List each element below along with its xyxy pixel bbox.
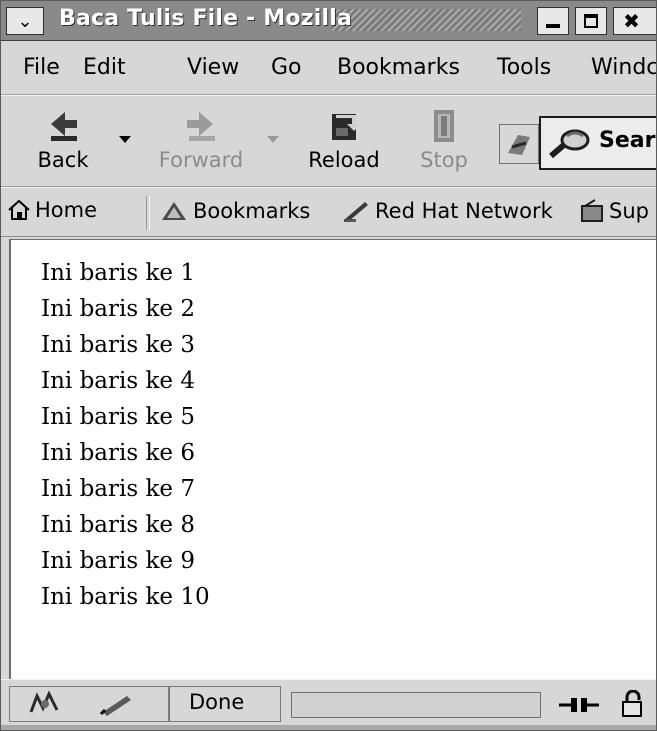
back-label: Back: [37, 148, 89, 172]
reload-button[interactable]: Reload: [299, 102, 389, 180]
title-bar-stripes: [331, 9, 521, 31]
stop-label: Stop: [420, 148, 468, 172]
search-button[interactable]: Searc: [539, 116, 656, 170]
menu-go[interactable]: Go: [271, 55, 302, 80]
browser-window: ⌄ Baca Tulis File - Mozilla ✖ File Edit …: [0, 0, 657, 731]
throbber-icon: [508, 135, 530, 155]
red-hat-network-link[interactable]: Red Hat Network: [341, 198, 553, 224]
menu-file[interactable]: File: [23, 55, 60, 80]
stop-button[interactable]: Stop: [411, 102, 477, 180]
content-line: Ini baris ke 6: [41, 440, 195, 466]
maximize-button[interactable]: [575, 7, 607, 35]
navigator-icon-graphic: [29, 690, 59, 713]
content-line: Ini baris ke 10: [41, 584, 210, 610]
menu-window[interactable]: Windc: [591, 55, 656, 80]
reload-label: Reload: [308, 148, 380, 172]
forward-history-dropdown[interactable]: [267, 136, 279, 143]
menu-bar: File Edit View Go Bookmarks Tools Windc: [1, 41, 656, 95]
stop-icon: [434, 110, 454, 142]
forward-label: Forward: [158, 148, 244, 172]
support-link[interactable]: Sup: [579, 198, 649, 224]
back-history-dropdown[interactable]: [119, 136, 131, 143]
bookmarks-button[interactable]: Bookmarks: [159, 198, 310, 224]
redhat-network-icon: [344, 202, 368, 222]
content-line: Ini baris ke 9: [41, 548, 195, 574]
red-hat-network-label: Red Hat Network: [375, 199, 553, 223]
minimize-button[interactable]: [537, 7, 569, 35]
connection-icon[interactable]: [557, 694, 601, 720]
search-label: Searc: [599, 128, 656, 153]
status-bar: Done: [1, 679, 656, 730]
page-content[interactable]: Ini baris ke 1 Ini baris ke 2 Ini baris …: [9, 239, 656, 679]
home-button[interactable]: Home: [7, 198, 97, 222]
content-line: Ini baris ke 1: [41, 260, 195, 286]
close-icon: ✖: [623, 9, 640, 33]
minimize-icon: [546, 24, 560, 28]
menu-edit[interactable]: Edit: [83, 55, 126, 80]
close-button[interactable]: ✖: [613, 7, 656, 35]
bookmarks-icon: [162, 202, 186, 220]
toolbar-separator: [146, 196, 150, 230]
composer-icon-graphic: [99, 696, 131, 716]
navigation-toolbar: Back Forward Reload Stop Sear: [1, 95, 656, 187]
home-icon: [8, 199, 30, 220]
home-label: Home: [35, 198, 98, 222]
personal-toolbar: Home Bookmarks Red Hat Network Sup: [1, 187, 656, 237]
window-menu-button[interactable]: ⌄: [6, 7, 44, 35]
forward-button[interactable]: Forward: [151, 102, 251, 180]
menu-tools[interactable]: Tools: [497, 55, 551, 80]
lock-icon[interactable]: [619, 689, 649, 724]
window-title: Baca Tulis File - Mozilla: [59, 6, 353, 31]
reload-icon: [332, 114, 361, 140]
connection-icon-graphic: [559, 698, 599, 712]
back-arrow-icon: [51, 112, 77, 141]
maximize-icon: [584, 14, 598, 28]
title-bar[interactable]: ⌄ Baca Tulis File - Mozilla ✖: [1, 1, 656, 41]
back-button[interactable]: Back: [21, 102, 105, 180]
composer-icon[interactable]: [97, 690, 137, 722]
chevron-down-icon: ⌄: [17, 10, 33, 32]
menu-view[interactable]: View: [187, 55, 239, 80]
lock-icon-graphic: [622, 689, 642, 717]
forward-arrow-icon: [187, 112, 215, 141]
support-icon: [581, 199, 603, 222]
search-icon: [549, 129, 590, 159]
content-line: Ini baris ke 7: [41, 476, 195, 502]
support-label: Sup: [609, 199, 649, 223]
content-line: Ini baris ke 5: [41, 404, 195, 430]
progress-bar: [291, 692, 541, 718]
throbber[interactable]: [499, 124, 539, 164]
content-line: Ini baris ke 8: [41, 512, 195, 538]
status-text: Done: [189, 690, 245, 714]
content-line: Ini baris ke 2: [41, 296, 195, 322]
bookmarks-label: Bookmarks: [193, 199, 311, 223]
content-line: Ini baris ke 3: [41, 332, 195, 358]
menu-bookmarks[interactable]: Bookmarks: [337, 55, 460, 80]
navigator-icon[interactable]: [27, 690, 63, 722]
content-line: Ini baris ke 4: [41, 368, 195, 394]
window-bottom-edge: [1, 725, 656, 730]
